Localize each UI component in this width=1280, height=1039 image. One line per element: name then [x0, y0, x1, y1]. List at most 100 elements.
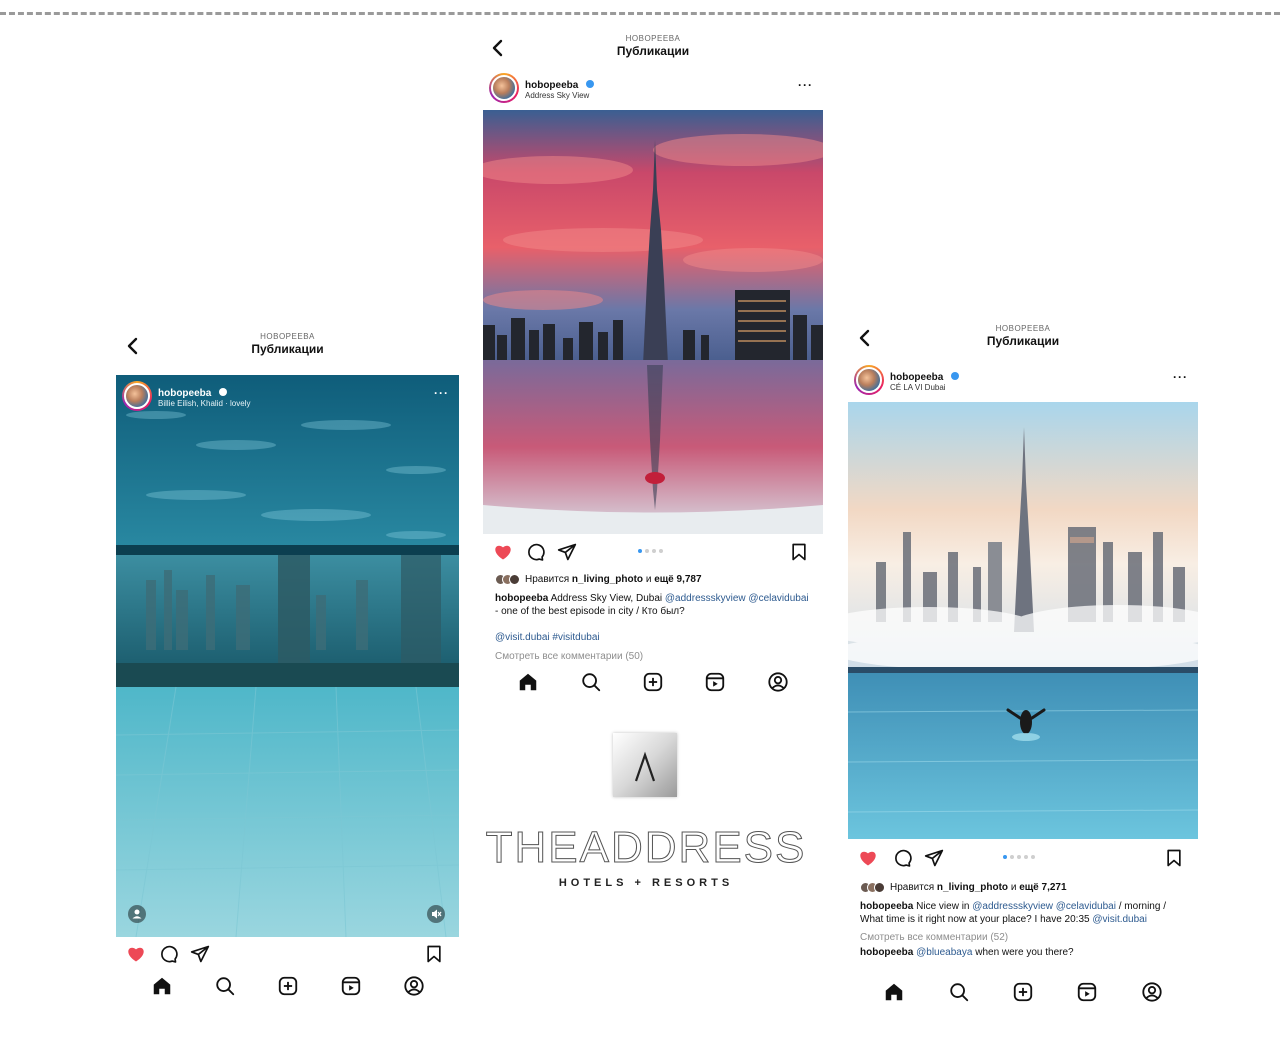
bottom-nav: [848, 974, 1198, 1010]
phone-center: HOBOPEEBA Публикации hobopeeba Address S…: [483, 32, 823, 702]
page-header: HOBOPEEBA Публикации: [848, 322, 1198, 362]
home-icon[interactable]: [517, 671, 539, 693]
add-icon[interactable]: [1012, 981, 1034, 1003]
reels-icon[interactable]: [1076, 981, 1098, 1003]
likes-prefix: Нравится: [890, 881, 935, 893]
profile-icon[interactable]: [767, 671, 789, 693]
logo-mark-icon: [613, 733, 677, 797]
page-header: HOBOPEEBA Публикации: [116, 330, 459, 370]
more-icon[interactable]: ···: [798, 78, 813, 92]
likes-prefix: Нравится: [525, 573, 570, 585]
caption-text: Nice view in: [916, 901, 970, 912]
carousel-indicator: [638, 549, 663, 553]
heart-icon[interactable]: [493, 542, 513, 562]
caption-hashtags[interactable]: @visit.dubai #visitdubai: [495, 632, 600, 643]
account-name: HOBOPEEBA: [625, 34, 681, 43]
back-icon[interactable]: [489, 38, 511, 60]
location[interactable]: CÉ LA VI Dubai: [890, 384, 959, 393]
likes-user[interactable]: n_living_photo: [572, 574, 643, 585]
search-icon[interactable]: [580, 671, 602, 693]
account-name: HOBOPEEBA: [260, 332, 315, 341]
username[interactable]: hobopeeba: [158, 388, 211, 399]
caption-mention[interactable]: @visit.dubai: [1092, 914, 1147, 925]
back-icon[interactable]: [124, 336, 146, 358]
mute-icon[interactable]: [427, 905, 445, 923]
search-icon[interactable]: [948, 981, 970, 1003]
likes-count[interactable]: ещё 7,271: [1019, 882, 1066, 893]
likes-count[interactable]: ещё 9,787: [654, 574, 701, 585]
view-comments-link[interactable]: Смотреть все комментарии (52): [848, 932, 1198, 943]
bottom-nav: [483, 664, 823, 700]
profile-icon[interactable]: [1141, 981, 1163, 1003]
verified-badge-icon: [218, 387, 227, 396]
post-image[interactable]: [483, 110, 823, 534]
likes-user[interactable]: n_living_photo: [937, 882, 1008, 893]
comment-icon[interactable]: [892, 848, 912, 868]
reels-icon[interactable]: [704, 671, 726, 693]
post-actions: [116, 942, 459, 968]
back-icon[interactable]: [856, 328, 878, 350]
username[interactable]: hobopeeba: [890, 372, 943, 383]
avatar[interactable]: [489, 73, 519, 103]
caption: hobopeeba Address Sky View, Dubai @addre…: [483, 593, 823, 618]
heart-icon[interactable]: [126, 944, 146, 964]
verified-badge-icon: [950, 371, 959, 380]
avatar[interactable]: [854, 365, 884, 395]
add-icon[interactable]: [277, 975, 299, 997]
caption-mention[interactable]: @celavidubai: [748, 593, 808, 604]
post-header: hobopeeba Billie Eilish, Khalid · lovely…: [116, 378, 459, 414]
share-icon[interactable]: [190, 944, 210, 964]
verified-badge-icon: [585, 79, 594, 88]
more-icon[interactable]: ···: [434, 386, 449, 400]
brand-wordmark: THEADDRESS: [485, 823, 805, 873]
post-actions: [848, 846, 1198, 872]
carousel-indicator: [1003, 855, 1035, 859]
reel-video[interactable]: [116, 375, 459, 937]
post-image[interactable]: [848, 402, 1198, 839]
bookmark-icon[interactable]: [1164, 848, 1184, 868]
location[interactable]: Address Sky View: [525, 92, 594, 101]
brand-tagline: HOTELS + RESORTS: [558, 877, 734, 889]
likes-mid: и: [645, 573, 652, 585]
comment-icon[interactable]: [525, 542, 545, 562]
caption-username[interactable]: hobopeeba: [495, 593, 548, 604]
home-icon[interactable]: [883, 981, 905, 1003]
bookmark-icon[interactable]: [424, 944, 444, 964]
avatar[interactable]: [122, 381, 152, 411]
phone-left: HOBOPEEBA Публикации hobopeeba Billie Ei…: [116, 330, 459, 1002]
add-icon[interactable]: [642, 671, 664, 693]
phone-right: HOBOPEEBA Публикации hobopeeba CÉ LA VI …: [848, 322, 1198, 1012]
heart-icon[interactable]: [858, 848, 878, 868]
caption-mention[interactable]: @celavidubai: [1056, 901, 1116, 912]
share-icon[interactable]: [557, 542, 577, 562]
bookmark-icon[interactable]: [789, 542, 809, 562]
caption-text: Address Sky View, Dubai: [550, 593, 663, 604]
comment-preview: hobopeeba @blueabaya when were you there…: [848, 947, 1198, 957]
view-comments-link[interactable]: Смотреть все комментарии (50): [483, 651, 823, 662]
reels-icon[interactable]: [340, 975, 362, 997]
dashed-border: [0, 12, 1280, 15]
brand-logo: THEADDRESS HOTELS + RESORTS: [484, 730, 808, 900]
likes-row[interactable]: Нравится n_living_photo и ещё 9,787: [483, 571, 823, 587]
comment-mention[interactable]: @blueabaya: [916, 947, 972, 957]
post-actions: [483, 540, 823, 566]
caption-username[interactable]: hobopeeba: [860, 901, 913, 912]
more-icon[interactable]: ···: [1173, 370, 1188, 384]
caption-tags: @visit.dubai #visitdubai: [483, 632, 823, 645]
profile-icon[interactable]: [403, 975, 425, 997]
comment-icon[interactable]: [158, 944, 178, 964]
likes-row[interactable]: Нравится n_living_photo и ещё 7,271: [848, 879, 1198, 895]
account-name: HOBOPEEBA: [995, 324, 1051, 333]
audio-subtitle[interactable]: Billie Eilish, Khalid · lovely: [158, 400, 250, 409]
share-icon[interactable]: [924, 848, 944, 868]
comment-username[interactable]: hobopeeba: [860, 947, 913, 957]
home-icon[interactable]: [151, 975, 173, 997]
post-header: hobopeeba Address Sky View ···: [483, 70, 823, 106]
caption-mention[interactable]: @addressskyview: [665, 593, 746, 604]
search-icon[interactable]: [214, 975, 236, 997]
username[interactable]: hobopeeba: [525, 80, 578, 91]
comment-text: when were you there?: [975, 947, 1074, 957]
user-tag-icon[interactable]: [128, 905, 146, 923]
caption-mention[interactable]: @addressskyview: [972, 901, 1053, 912]
likes-mid: и: [1010, 881, 1017, 893]
